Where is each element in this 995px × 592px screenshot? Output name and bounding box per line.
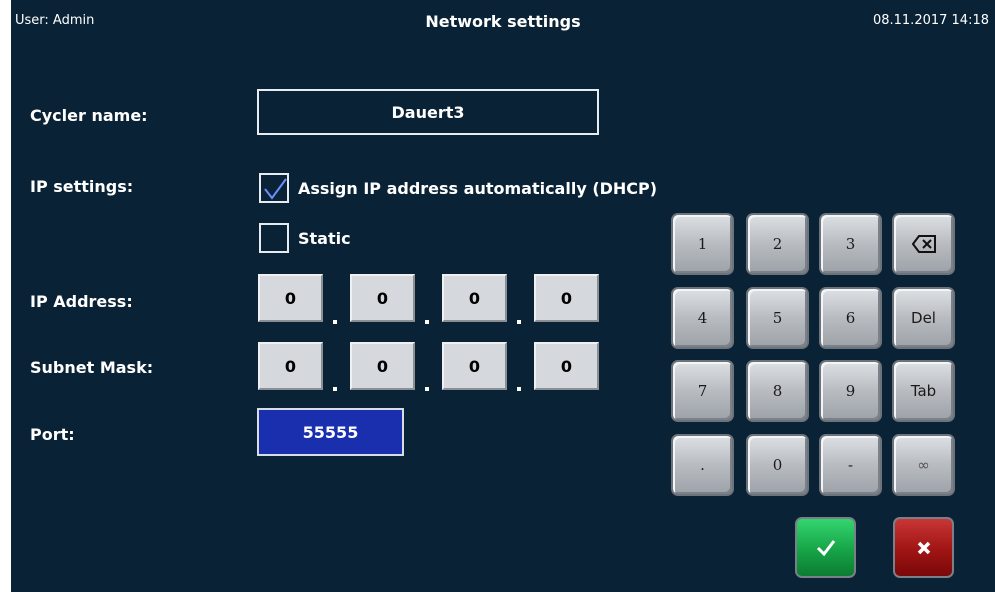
subnet-octet-4[interactable]: 0 <box>534 342 599 390</box>
port-label: Port: <box>30 425 75 444</box>
key-4[interactable]: 4 <box>671 287 734 349</box>
network-settings-screen: User: Admin Network settings 08.11.2017 … <box>11 0 995 592</box>
ip-dot-separator <box>333 320 337 324</box>
datetime-display: 08.11.2017 14:18 <box>872 13 989 28</box>
key-1[interactable]: 1 <box>671 213 734 275</box>
key-minus[interactable]: - <box>819 434 882 496</box>
subnet-octet-2[interactable]: 0 <box>350 342 415 390</box>
key-del[interactable]: Del <box>892 287 955 349</box>
dhcp-option-label[interactable]: Assign IP address automatically (DHCP) <box>298 179 657 198</box>
cycler-name-label: Cycler name: <box>30 106 148 125</box>
subnet-dot-separator <box>333 387 337 391</box>
ip-settings-label: IP settings: <box>30 177 134 196</box>
cancel-button[interactable] <box>893 517 954 578</box>
subnet-dot-separator <box>517 387 521 391</box>
key-tab[interactable]: Tab <box>892 360 955 422</box>
key-8[interactable]: 8 <box>746 360 809 422</box>
dhcp-checkbox[interactable] <box>259 173 289 203</box>
port-field[interactable]: 55555 <box>257 408 404 456</box>
key-dot[interactable]: . <box>671 434 734 496</box>
key-backspace[interactable] <box>892 213 955 275</box>
ip-dot-separator <box>425 320 429 324</box>
key-infinity[interactable]: ∞ <box>892 434 955 496</box>
ip-octet-3[interactable]: 0 <box>442 274 507 322</box>
static-option-label[interactable]: Static <box>298 229 351 248</box>
ip-octet-4[interactable]: 0 <box>534 274 599 322</box>
checkmark-icon <box>816 539 835 556</box>
static-checkbox[interactable] <box>259 223 289 253</box>
key-9[interactable]: 9 <box>819 360 882 422</box>
key-5[interactable]: 5 <box>746 287 809 349</box>
ip-address-label: IP Address: <box>30 292 133 311</box>
subnet-mask-label: Subnet Mask: <box>30 358 154 377</box>
checkmark-icon <box>264 178 287 200</box>
key-3[interactable]: 3 <box>819 213 882 275</box>
key-0[interactable]: 0 <box>746 434 809 496</box>
key-6[interactable]: 6 <box>819 287 882 349</box>
page-title: Network settings <box>425 12 581 31</box>
subnet-octet-3[interactable]: 0 <box>442 342 507 390</box>
subnet-octet-1[interactable]: 0 <box>258 342 323 390</box>
key-7[interactable]: 7 <box>671 360 734 422</box>
x-icon <box>917 541 930 554</box>
ip-octet-1[interactable]: 0 <box>258 274 323 322</box>
cycler-name-field[interactable]: Dauert3 <box>257 89 599 135</box>
key-2[interactable]: 2 <box>746 213 809 275</box>
ip-octet-2[interactable]: 0 <box>350 274 415 322</box>
subnet-dot-separator <box>425 387 429 391</box>
backspace-icon <box>911 235 936 253</box>
ip-dot-separator <box>517 320 521 324</box>
confirm-button[interactable] <box>795 517 856 578</box>
